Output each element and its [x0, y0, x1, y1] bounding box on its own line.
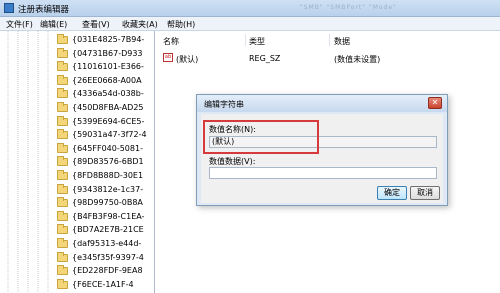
folder-icon: [57, 102, 68, 112]
folder-icon: [57, 224, 68, 235]
tree-key-label: {F6ECE-1A1F-4: [72, 279, 134, 289]
value-name: (默认): [176, 55, 199, 64]
tree-key-item[interactable]: {450D8FBA-AD25: [57, 102, 154, 115]
folder-icon: [57, 156, 68, 167]
window-title: 注册表编辑器: [18, 5, 70, 15]
column-separator[interactable]: [329, 34, 330, 46]
tree-key-item[interactable]: {645FF040-5081-: [57, 142, 154, 156]
tree-key-label: {4336a54d-038b-: [72, 89, 144, 99]
folder-icon: [57, 170, 68, 180]
annotation-highlight-box: [203, 120, 319, 154]
tree-key-item[interactable]: {26EE0668-A00A: [57, 74, 154, 88]
tree-key-item[interactable]: {8FD8B88D-30E1: [57, 170, 154, 183]
ok-button[interactable]: 确定: [377, 186, 407, 200]
folder-icon: [57, 47, 68, 58]
tree-key-label: {daf95313-e44d-: [72, 239, 142, 248]
tree-key-item[interactable]: {04731B67-D933: [57, 47, 154, 61]
folder-icon: [57, 197, 68, 208]
string-value-icon: ab: [163, 53, 173, 62]
tree-key-label: {59031a47-3f72-4: [72, 130, 147, 140]
column-separator[interactable]: [245, 34, 246, 46]
tree-key-label: {BD7A2E7B-21CE: [72, 225, 144, 235]
regedit-app-icon: [4, 3, 14, 13]
menu-view[interactable]: 查看(V): [82, 19, 110, 30]
folder-icon: [57, 238, 68, 248]
tree-key-item[interactable]: {4336a54d-038b-: [57, 88, 154, 101]
tree-key-item[interactable]: {9343812e-1c37-: [57, 183, 154, 197]
menu-edit[interactable]: 编辑(E): [40, 19, 67, 30]
tree-key-item[interactable]: {ED228FDF-9EA8: [57, 265, 154, 278]
folder-icon: [57, 183, 68, 194]
value-data-label: 数值数据(V):: [209, 157, 256, 166]
value-type: REG_SZ: [249, 54, 281, 63]
tree-key-item[interactable]: {F6ECE-1A1F-4: [57, 278, 154, 292]
tree-key-label: {031E4825-7B94-: [72, 35, 145, 44]
tree-key-label: {89D83576-6BD1: [72, 157, 144, 167]
tree-key-item[interactable]: {031E4825-7B94-: [57, 34, 154, 47]
tree-key-label: {8FD8B88D-30E1: [72, 171, 144, 180]
dialog-titlebar[interactable]: 编辑字符串 ✕: [197, 95, 447, 112]
tree-key-item[interactable]: {89D83576-6BD1: [57, 156, 154, 169]
cancel-button[interactable]: 取消: [410, 186, 440, 200]
tree-key-item[interactable]: {B4FB3F98-C1EA-: [57, 210, 154, 224]
tree-key-item[interactable]: {5399E694-6CE5-: [57, 115, 154, 129]
menu-favorites[interactable]: 收藏夹(A): [122, 19, 158, 30]
folder-icon: [57, 74, 68, 85]
tree-key-label: {5399E694-6CE5-: [72, 116, 145, 126]
folder-icon: [57, 142, 68, 153]
menu-help[interactable]: 帮助(H): [167, 19, 195, 30]
tree-key-item[interactable]: {e345f35f-9397-4: [57, 251, 154, 265]
tree-key-item[interactable]: {11016101-E366-: [57, 61, 154, 74]
tree-key-label: {98D99750-0B8A: [72, 198, 143, 208]
close-button[interactable]: ✕: [428, 97, 442, 109]
tree-connector-lines: [7, 31, 49, 293]
folder-icon: [57, 88, 68, 99]
tree-key-label: {26EE0668-A00A: [72, 75, 142, 85]
menu-file[interactable]: 文件(F): [6, 19, 33, 30]
folder-icon: [57, 61, 68, 72]
column-header-data[interactable]: 数据: [334, 36, 350, 47]
menu-bar: 文件(F) 编辑(E) 查看(V) 收藏夹(A) 帮助(H): [0, 17, 500, 31]
tree-key-label: {450D8FBA-AD25: [72, 103, 144, 112]
tree-key-item[interactable]: {59031a47-3f72-4: [57, 129, 154, 142]
tree-key-label: {11016101-E366-: [72, 62, 144, 72]
tree-key-label: {B4FB3F98-C1EA-: [72, 211, 145, 221]
window-titlebar: 注册表编辑器 "SMB" "SMBPort" "Mode": [0, 0, 500, 17]
tree-key-label: {e345f35f-9397-4: [72, 252, 144, 262]
folder-icon: [57, 251, 68, 262]
tree-key-label: {04731B67-D933: [72, 48, 143, 58]
tree-key-label: {645FF040-5081-: [72, 143, 143, 153]
value-data-input[interactable]: [209, 167, 437, 179]
dialog-title: 编辑字符串: [204, 100, 244, 109]
folder-icon: [57, 210, 68, 221]
background-window-ghost-text: "SMB" "SMBPort" "Mode": [300, 4, 397, 11]
tree-key-item[interactable]: {BD7A2E7B-21CE: [57, 224, 154, 237]
registry-tree-pane[interactable]: {031E4825-7B94- {04731B67-D933 {11016101-E…: [0, 31, 155, 293]
folder-icon: [57, 115, 68, 126]
tree-key-item[interactable]: {98D99750-0B8A: [57, 197, 154, 210]
column-header-type[interactable]: 类型: [249, 36, 265, 47]
folder-icon: [57, 129, 68, 140]
folder-icon: [57, 265, 68, 276]
column-header-name[interactable]: 名称: [163, 36, 179, 47]
tree-key-label: {9343812e-1c37-: [72, 184, 144, 194]
folder-icon: [57, 34, 68, 44]
tree-key-item[interactable]: {daf95313-e44d-: [57, 238, 154, 251]
folder-icon: [57, 278, 68, 289]
tree-key-label: {ED228FDF-9EA8: [72, 266, 143, 276]
value-data: (数值未设置): [334, 55, 381, 64]
